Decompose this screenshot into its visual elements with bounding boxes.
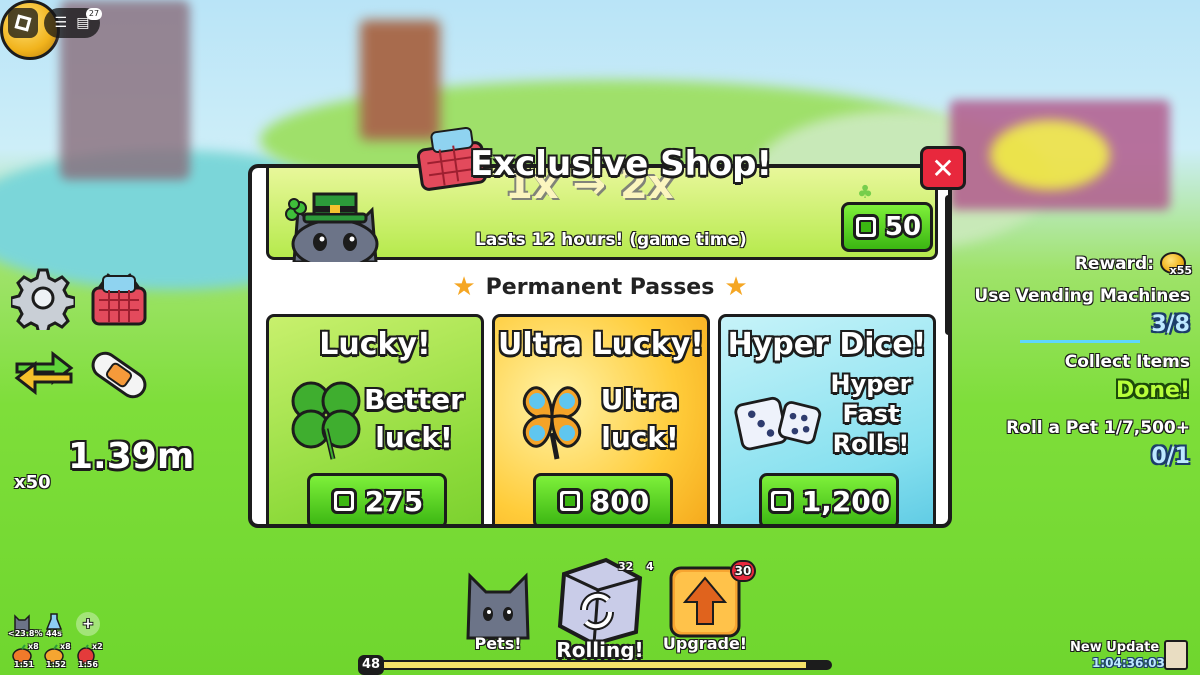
roll-count: 4 bbox=[646, 560, 654, 573]
section-header: ★ Permanent Passes ★ bbox=[252, 272, 948, 302]
xp-progress-fill bbox=[384, 662, 806, 668]
buff-label: 1:56 bbox=[78, 660, 98, 669]
background-sign bbox=[950, 100, 1170, 210]
roblox-logo-button[interactable] bbox=[8, 8, 38, 38]
star-icon: ★ bbox=[724, 272, 748, 302]
settings-gear-button[interactable] bbox=[10, 265, 76, 331]
buff-label: 1:51 bbox=[14, 660, 34, 669]
buff-label: 1:52 bbox=[46, 660, 66, 669]
shop-title: Exclusive Shop! bbox=[470, 144, 773, 184]
quest-progress: Done! bbox=[1116, 378, 1190, 403]
hyper-dice-buy-button[interactable]: 1,200 bbox=[759, 473, 899, 524]
reward-multiplier: x55 bbox=[1169, 264, 1192, 277]
quest-progress-bar bbox=[1020, 340, 1140, 343]
reward-label: Reward: bbox=[1074, 254, 1154, 274]
new-update-label: New Update bbox=[1070, 640, 1160, 655]
four-leaf-clover-icon bbox=[281, 373, 371, 463]
pass-description: Ultra luck! bbox=[585, 381, 695, 457]
clover-icon: ♣ bbox=[857, 182, 874, 203]
upgrade-label: Upgrade! bbox=[662, 634, 748, 653]
pass-desc-line: Fast bbox=[842, 400, 900, 428]
pass-card-ultra-lucky[interactable]: Ultra Lucky! Ultra luck! 800 bbox=[492, 314, 710, 524]
xp-progress-bar bbox=[360, 660, 832, 670]
pass-desc-line: Rolls! bbox=[832, 430, 910, 458]
golden-clover-icon bbox=[507, 373, 597, 463]
buff-count: x8 bbox=[60, 642, 71, 651]
scroll-icon[interactable] bbox=[1164, 640, 1188, 670]
close-button[interactable]: ✕ bbox=[920, 146, 966, 190]
pass-card-lucky[interactable]: Lucky! Better luck! 275 bbox=[266, 314, 484, 524]
pass-desc-line: Better bbox=[364, 383, 464, 416]
shop-basket-button[interactable] bbox=[84, 268, 154, 332]
pets-button[interactable]: Pets! bbox=[458, 562, 538, 653]
section-title: Permanent Passes bbox=[485, 274, 715, 300]
ultra-lucky-buy-button[interactable]: 800 bbox=[533, 473, 673, 524]
buff-count: x2 bbox=[92, 642, 103, 651]
quest-name: Use Vending Machines bbox=[974, 286, 1190, 306]
pass-title: Ultra Lucky! bbox=[498, 327, 704, 362]
pass-description: Better luck! bbox=[359, 381, 469, 457]
robux-icon bbox=[852, 214, 879, 240]
quest-progress: 3/8 bbox=[1151, 312, 1190, 337]
boost-duration: Lasts 12 hours! (game time) bbox=[475, 230, 747, 250]
add-buff-icon[interactable]: + bbox=[76, 612, 100, 636]
roll-count: 32 bbox=[618, 560, 634, 573]
notification-badge: 27 bbox=[86, 8, 102, 20]
dice-roll-icon bbox=[557, 557, 643, 647]
close-icon: ✕ bbox=[931, 151, 955, 185]
pass-desc-line: luck! bbox=[601, 421, 679, 454]
shop-scrollbar[interactable] bbox=[945, 195, 952, 335]
hamburger-menu-icon[interactable]: ☰ bbox=[55, 15, 68, 31]
pass-price: 1,200 bbox=[801, 484, 891, 518]
robux-icon bbox=[556, 488, 583, 514]
quest-name: Roll a Pet 1/7,500+ bbox=[1006, 418, 1190, 438]
boost-buy-button[interactable]: 50 bbox=[841, 202, 933, 252]
quest-progress: 0/1 bbox=[1151, 444, 1190, 469]
dice-icon bbox=[733, 373, 823, 463]
star-icon: ★ bbox=[452, 272, 476, 302]
boost-price: 50 bbox=[884, 212, 922, 242]
coin-balance: 1.39m bbox=[68, 436, 195, 477]
rolling-label: Rolling! bbox=[556, 638, 644, 662]
buff-count: x8 bbox=[28, 642, 39, 651]
trade-arrows-button[interactable] bbox=[10, 345, 78, 401]
lucky-buy-button[interactable]: 275 bbox=[307, 473, 447, 524]
pass-price: 275 bbox=[364, 484, 424, 518]
robux-icon bbox=[767, 488, 794, 514]
pass-desc-line: Ultra bbox=[600, 383, 680, 416]
pass-card-hyper-dice[interactable]: Hyper Dice! Hyper Fast Rolls! 1,200 bbox=[718, 314, 936, 524]
leprechaun-cat-icon bbox=[280, 176, 390, 270]
quest-name: Collect Items bbox=[1064, 352, 1190, 372]
boosts-bandage-button[interactable] bbox=[84, 345, 154, 405]
pass-price: 800 bbox=[590, 484, 650, 518]
update-timer: 1:04:36:03 bbox=[1092, 656, 1165, 670]
upgrade-badge: 30 bbox=[730, 560, 756, 582]
cat-icon bbox=[466, 572, 530, 640]
buff-label: <23.8% bbox=[8, 629, 43, 638]
buff-label: 44s bbox=[46, 629, 62, 638]
pass-desc-line: luck! bbox=[375, 421, 453, 454]
pets-label: Pets! bbox=[474, 634, 522, 653]
pass-title: Hyper Dice! bbox=[727, 327, 927, 362]
pass-desc-line: Hyper bbox=[830, 370, 912, 398]
pass-description: Hyper Fast Rolls! bbox=[821, 369, 921, 459]
pass-title: Lucky! bbox=[319, 327, 431, 362]
robux-icon bbox=[330, 488, 357, 514]
coin-multiplier: x50 bbox=[14, 472, 51, 493]
rolling-button[interactable]: Rolling! bbox=[548, 552, 652, 662]
player-level: 48 bbox=[358, 655, 384, 675]
